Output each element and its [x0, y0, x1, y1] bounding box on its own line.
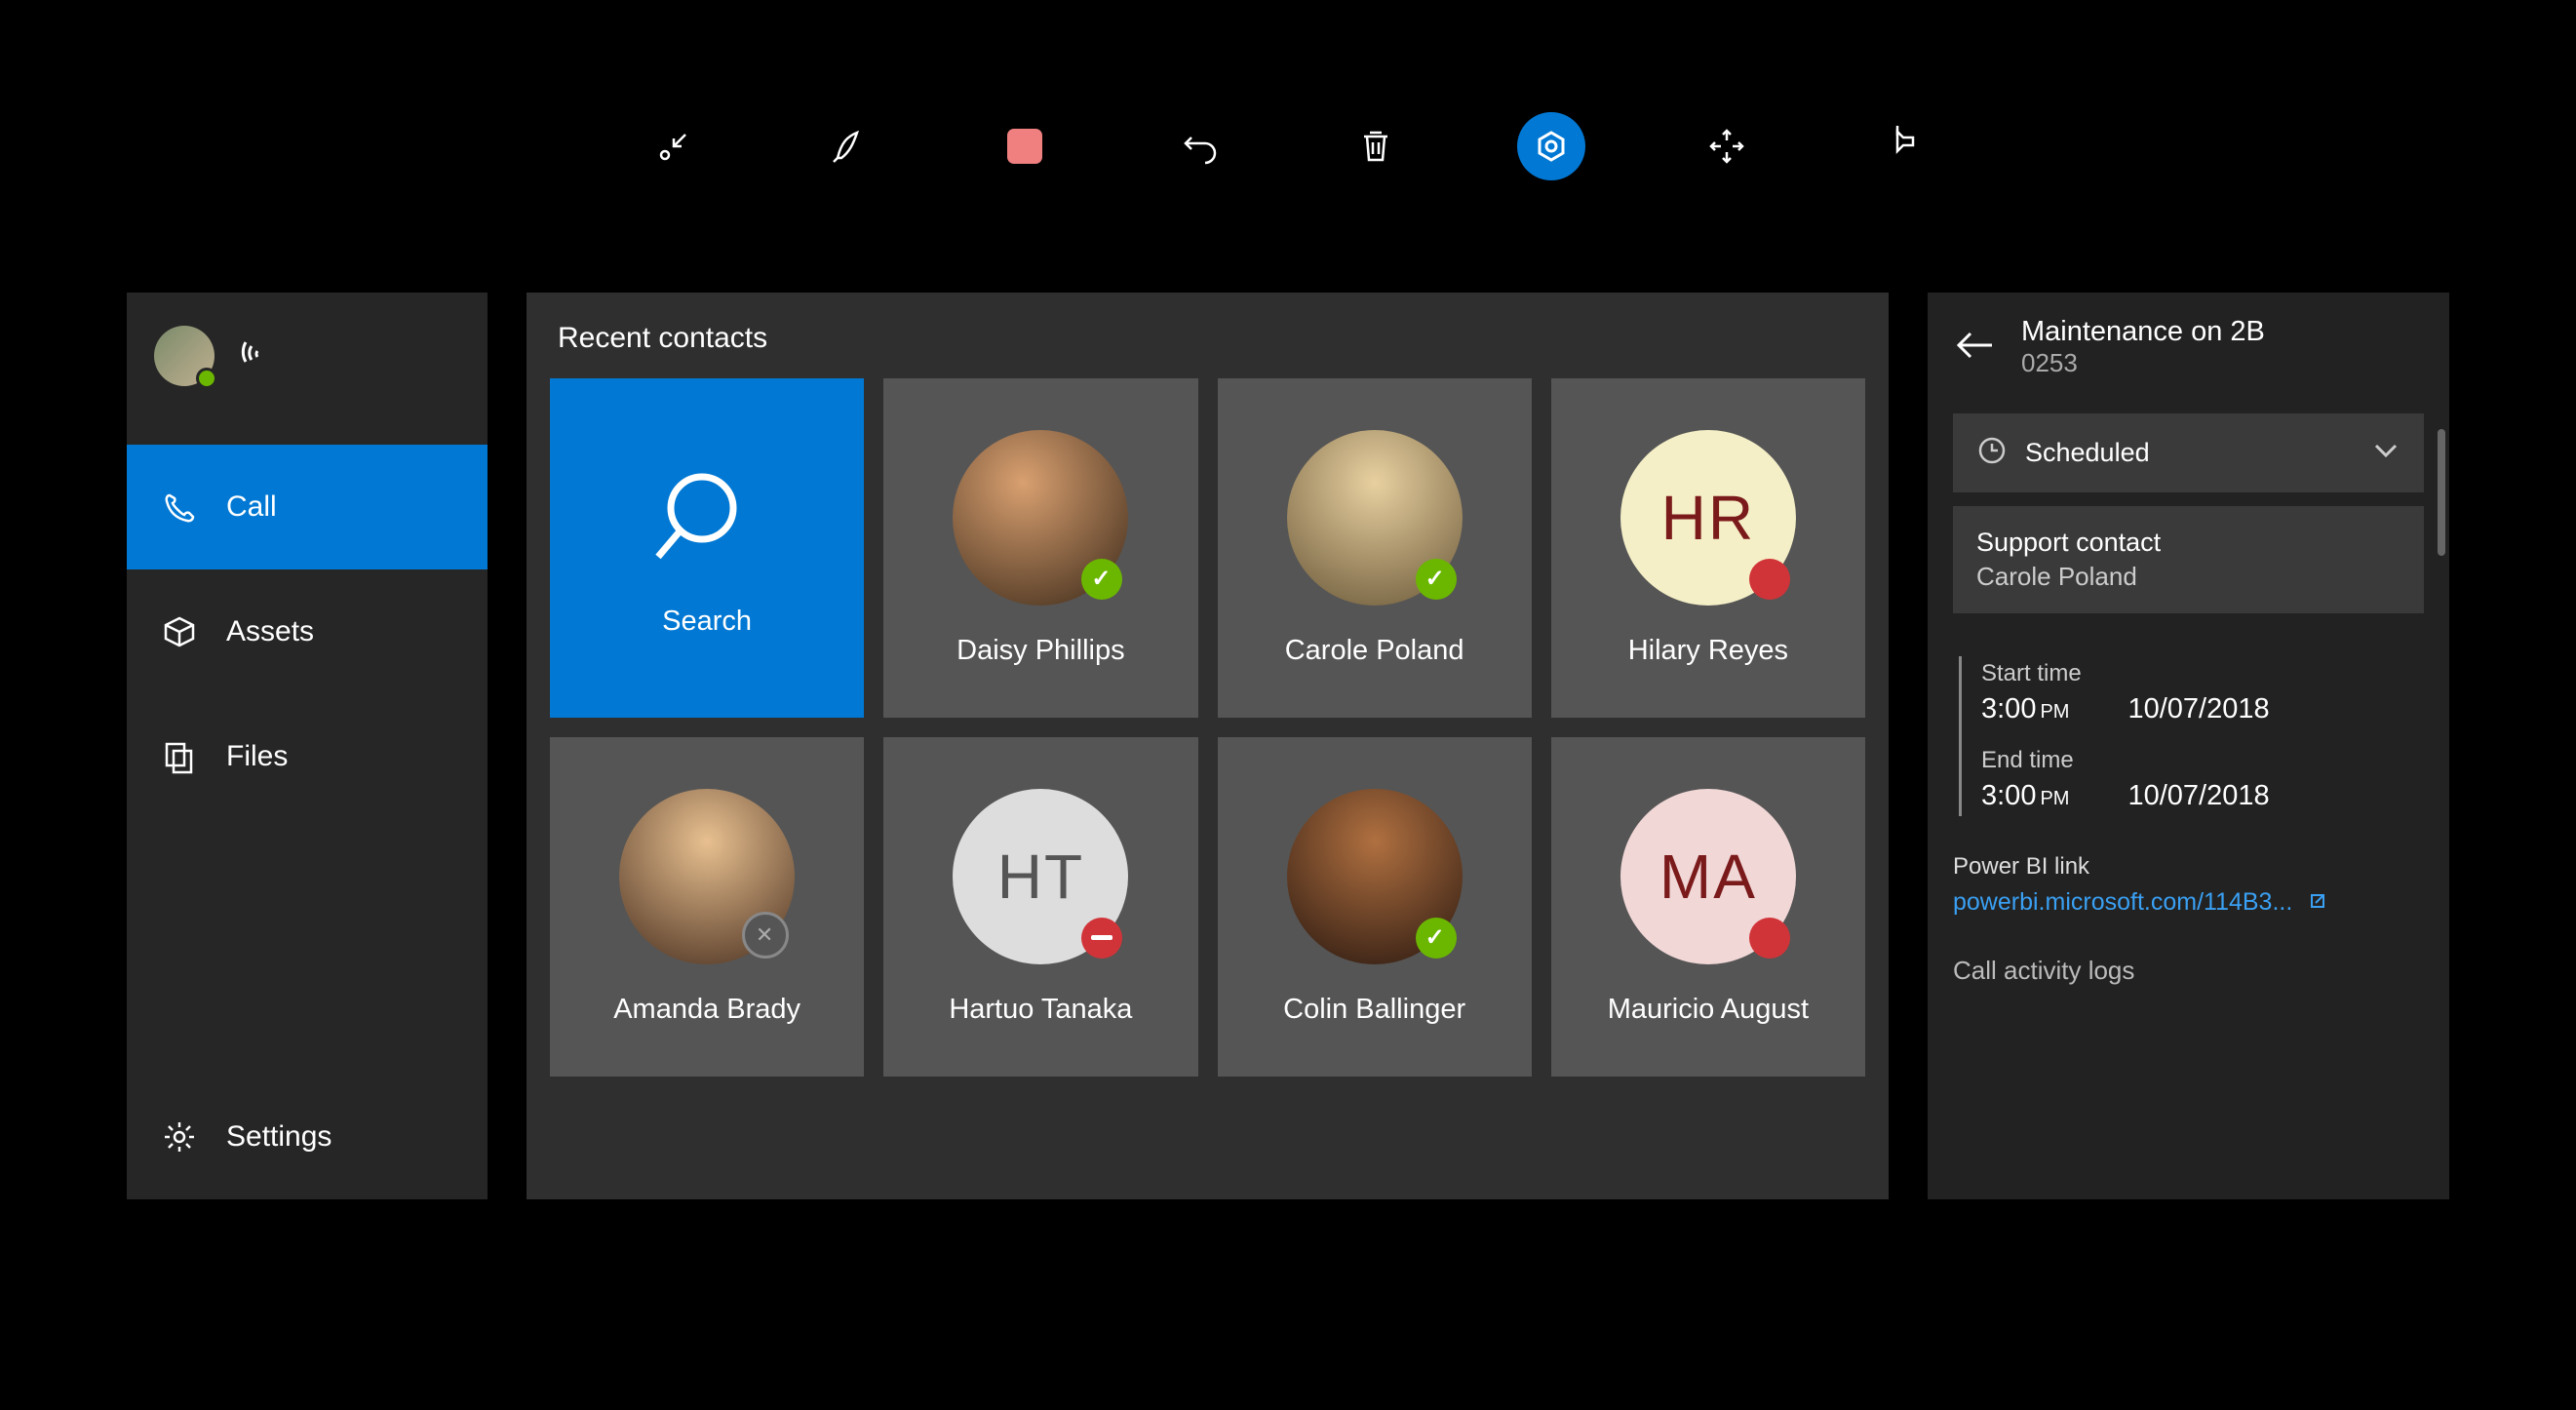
gear-icon — [158, 1119, 201, 1155]
status-busy-icon — [1749, 918, 1790, 959]
toolbar — [0, 0, 2576, 293]
contact-name: Carole Poland — [1285, 635, 1464, 667]
powerbi-link[interactable]: powerbi.microsoft.com/114B3... — [1953, 888, 2328, 916]
files-icon — [158, 739, 201, 774]
sidebar: Call Assets Files Settings — [127, 293, 488, 1199]
status-available-icon — [1081, 559, 1122, 600]
status-dnd-icon — [1081, 918, 1122, 959]
contact-name: Mauricio August — [1608, 994, 1809, 1026]
search-icon — [648, 459, 765, 576]
undo-icon[interactable] — [1166, 112, 1234, 180]
status-available-icon — [1416, 918, 1457, 959]
nav-files[interactable]: Files — [127, 694, 488, 819]
contact-tile[interactable]: HT Hartuo Tanaka — [883, 737, 1197, 1077]
contacts-heading: Recent contacts — [558, 322, 1865, 355]
contact-name: Colin Ballinger — [1283, 994, 1465, 1026]
contact-avatar: MA — [1620, 789, 1796, 964]
nav-assets[interactable]: Assets — [127, 569, 488, 694]
clock-icon — [1976, 435, 2008, 471]
avatar[interactable] — [154, 326, 215, 386]
nav-call-label: Call — [226, 490, 277, 524]
profile-row — [127, 293, 488, 445]
back-icon[interactable] — [1953, 323, 1998, 372]
status-available-icon — [1416, 559, 1457, 600]
contact-avatar — [1287, 789, 1463, 964]
contacts-panel: Recent contacts Search Daisy Phillips Ca… — [527, 293, 1889, 1199]
contact-avatar — [619, 789, 795, 964]
contact-tile[interactable]: HR Hilary Reyes — [1551, 378, 1865, 718]
contact-name: Hartuo Tanaka — [949, 994, 1132, 1026]
wifi-icon — [238, 334, 277, 378]
move-icon[interactable] — [1693, 112, 1761, 180]
time-range: Start time 3:00PM 10/07/2018 End time 3:… — [1959, 656, 2424, 816]
contact-name: Amanda Brady — [613, 994, 800, 1026]
phone-icon — [158, 490, 201, 525]
app-window: Call Assets Files Settings Recent contac… — [0, 293, 2576, 1287]
nav-settings[interactable]: Settings — [127, 1075, 488, 1199]
end-time: 3:00 — [1981, 780, 2036, 811]
contact-name: Hilary Reyes — [1628, 635, 1788, 667]
contact-avatar — [953, 430, 1128, 606]
contact-avatar: HT — [953, 789, 1128, 964]
contact-tile[interactable]: Carole Poland — [1218, 378, 1532, 718]
start-date: 10/07/2018 — [2127, 693, 2269, 725]
external-link-icon — [2307, 890, 2328, 912]
nav-files-label: Files — [226, 740, 288, 773]
nav-call[interactable]: Call — [127, 445, 488, 569]
scrollbar[interactable] — [2438, 429, 2445, 556]
presence-indicator — [196, 368, 217, 389]
stop-icon[interactable] — [991, 112, 1059, 180]
powerbi-link-block: Power BI link powerbi.microsoft.com/114B… — [1953, 853, 2424, 917]
draw-icon[interactable] — [815, 112, 883, 180]
contact-avatar: HR — [1620, 430, 1796, 606]
status-label: Scheduled — [2025, 438, 2371, 468]
contact-tile[interactable]: Colin Ballinger — [1218, 737, 1532, 1077]
nav-assets-label: Assets — [226, 615, 314, 648]
end-meridiem: PM — [2040, 788, 2069, 809]
details-panel: Maintenance on 2B 0253 Scheduled Support… — [1928, 293, 2449, 1199]
contacts-grid: Search Daisy Phillips Carole Poland HR H… — [550, 378, 1865, 1077]
status-busy-icon — [1749, 559, 1790, 600]
status-offline-icon — [742, 912, 789, 959]
nav-settings-label: Settings — [226, 1120, 332, 1154]
end-label: End time — [1981, 747, 2424, 774]
pin-icon[interactable] — [1868, 112, 1936, 180]
chevron-down-icon — [2371, 436, 2400, 470]
start-label: Start time — [1981, 660, 2424, 687]
details-id: 0253 — [2021, 348, 2265, 378]
support-contact-row[interactable]: Support contact Carole Poland — [1953, 506, 2424, 613]
start-time: 3:00 — [1981, 693, 2036, 725]
search-label: Search — [662, 606, 752, 638]
shape-icon[interactable] — [1517, 112, 1585, 180]
status-dropdown[interactable]: Scheduled — [1953, 413, 2424, 492]
details-header: Maintenance on 2B 0253 — [1953, 316, 2424, 378]
contact-avatar — [1287, 430, 1463, 606]
support-name: Carole Poland — [1976, 562, 2137, 592]
link-label: Power BI link — [1953, 853, 2424, 881]
start-meridiem: PM — [2040, 701, 2069, 723]
search-tile[interactable]: Search — [550, 378, 864, 718]
details-title: Maintenance on 2B — [2021, 316, 2265, 348]
contact-tile[interactable]: Daisy Phillips — [883, 378, 1197, 718]
logs-heading: Call activity logs — [1953, 956, 2424, 986]
box-icon — [158, 614, 201, 649]
end-date: 10/07/2018 — [2127, 780, 2269, 812]
minimize-icon[interactable] — [640, 112, 708, 180]
contact-tile[interactable]: MA Mauricio August — [1551, 737, 1865, 1077]
delete-icon[interactable] — [1342, 112, 1410, 180]
support-label: Support contact — [1976, 528, 2161, 558]
contact-name: Daisy Phillips — [956, 635, 1124, 667]
contact-tile[interactable]: Amanda Brady — [550, 737, 864, 1077]
